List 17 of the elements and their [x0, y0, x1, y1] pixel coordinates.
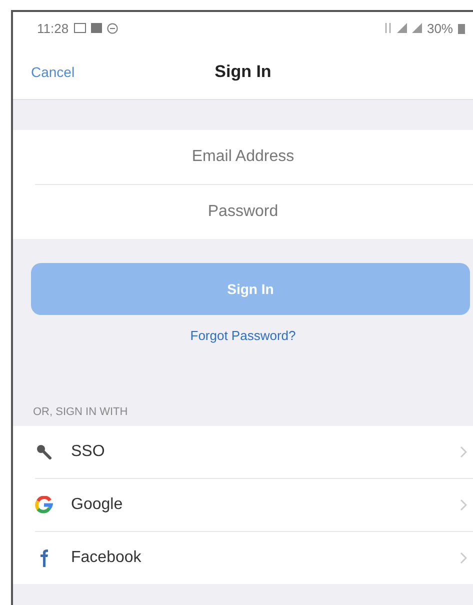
signal-icon [412, 23, 422, 33]
cancel-button[interactable]: Cancel [31, 64, 75, 80]
email-field[interactable]: Email Address [13, 130, 473, 184]
forgot-password-link[interactable]: Forgot Password? [184, 327, 302, 344]
google-icon [35, 496, 53, 514]
chevron-icon [460, 552, 467, 564]
battery-icon [458, 22, 465, 34]
section-label: OR, SIGN IN WITH [33, 406, 129, 418]
battery-percent: 30% [426, 20, 453, 36]
key-icon [35, 443, 53, 461]
password-field[interactable]: Password [13, 185, 473, 239]
page-title: Sign In [214, 62, 272, 82]
chevron-icon [460, 499, 467, 511]
signal-icon [396, 23, 407, 33]
minus-circle-icon [106, 22, 118, 34]
chevron-icon [460, 446, 467, 458]
clock-time: 11:28 [37, 20, 69, 36]
